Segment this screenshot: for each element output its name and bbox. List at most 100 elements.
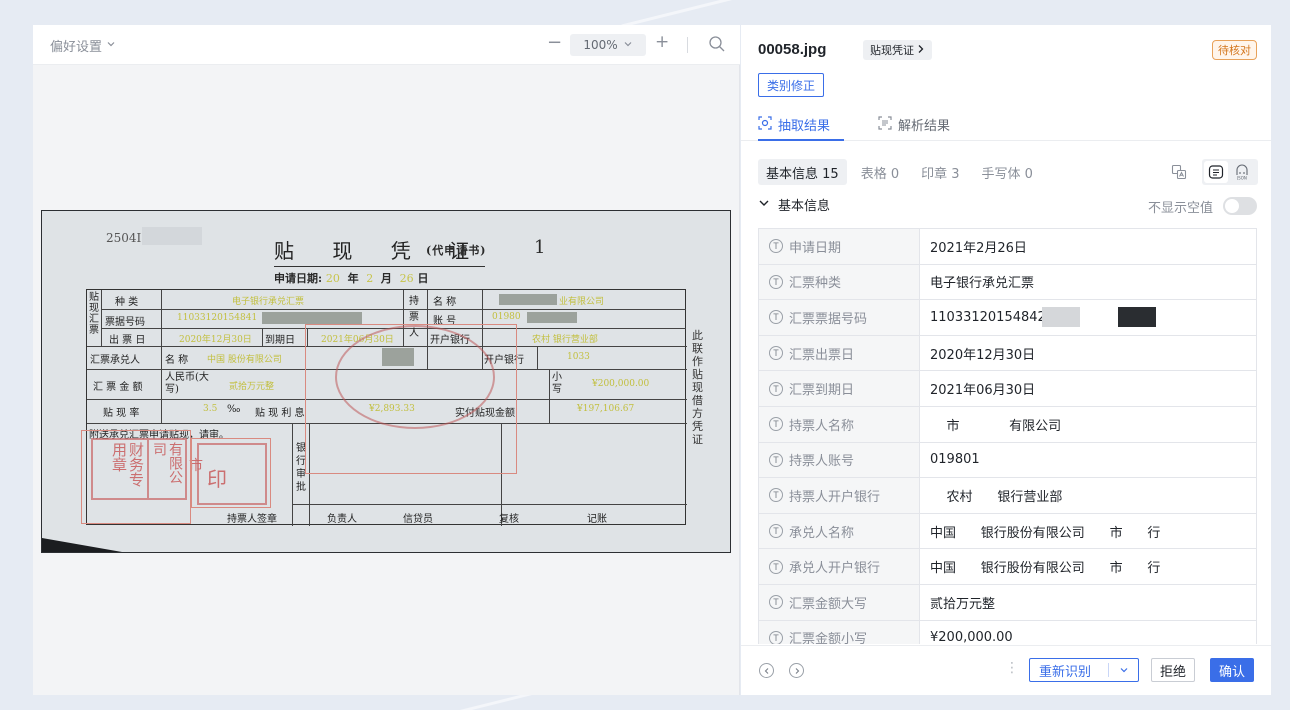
re-recognize-button[interactable]: 重新识别	[1030, 661, 1108, 680]
field-value-amount-lower[interactable]: ¥200,000.00	[920, 621, 1256, 644]
hide-empty-toggle[interactable]	[1223, 197, 1257, 215]
zoom-in-button[interactable]: +	[655, 32, 669, 52]
field-value-due-date[interactable]: 2021年06月30日	[920, 371, 1256, 406]
preferences-dropdown[interactable]: 偏好设置	[50, 36, 116, 55]
chevron-down-icon[interactable]	[1109, 665, 1138, 675]
field-value-bill-number[interactable]: 11033120154842	[920, 300, 1256, 335]
section-basic-info-header[interactable]: 基本信息	[758, 195, 830, 214]
text-type-icon: T	[769, 595, 783, 610]
section-title: 基本信息	[778, 199, 831, 214]
text-type-icon: T	[769, 524, 783, 539]
field-row-holder-bank: T 持票人开户银行 农村 银行营业部	[758, 478, 1257, 514]
scan-shadow	[42, 538, 122, 552]
doc-label-issue-date: 出 票 日	[109, 335, 146, 346]
redaction-block	[1042, 307, 1080, 328]
doc-label-credit: 信贷员	[403, 514, 433, 525]
text-type-icon: T	[769, 417, 783, 432]
target-icon	[758, 115, 772, 134]
subtab-handwriting[interactable]: 手写体 0	[974, 159, 1041, 185]
doc-value-amount-upper: 贰拾万元整	[229, 382, 275, 392]
next-icon[interactable]	[789, 663, 804, 678]
zoom-level-value: 100%	[583, 38, 618, 52]
tab-active-indicator	[758, 139, 844, 141]
field-value-issue-date[interactable]: 2020年12月30日	[920, 336, 1256, 371]
category-fix-button[interactable]: 类别修正	[758, 73, 825, 97]
detection-box	[191, 438, 271, 508]
doc-label-bookkeep: 记账	[587, 514, 607, 525]
doc-value-type: 电子银行承兑汇票	[232, 297, 305, 307]
result-tabs: 抽取结果 解析结果	[741, 111, 1271, 141]
prev-icon[interactable]	[759, 663, 774, 678]
category-tag[interactable]: 贴现凭证	[863, 40, 932, 60]
doc-value-amount-lower: ¥200,000.00	[592, 379, 650, 389]
zoom-level-select[interactable]: 100%	[570, 34, 646, 56]
hide-empty-label: 不显示空值	[1147, 201, 1213, 216]
reject-button[interactable]: 拒绝	[1151, 658, 1196, 682]
search-icon[interactable]	[708, 35, 726, 57]
redaction-block	[527, 312, 577, 323]
field-value-holder-account[interactable]: 019801	[920, 443, 1256, 478]
list-view-icon[interactable]	[1204, 161, 1228, 183]
field-row-bill-type: T 汇票种类 电子银行承兑汇票	[758, 264, 1257, 301]
field-label: 汇票种类	[789, 276, 842, 292]
field-value-acceptor-name[interactable]: 中国 银行股份有限公司 市 行	[920, 514, 1256, 549]
doc-value-account: 01980	[492, 312, 521, 322]
field-value-application-date[interactable]: 2021年2月26日	[920, 229, 1256, 264]
field-label: 汇票票据号码	[789, 311, 868, 327]
json-view-icon[interactable]: JSON	[1230, 161, 1254, 183]
tab-extraction-label: 抽取结果	[778, 119, 831, 134]
translate-icon[interactable]	[1167, 161, 1191, 183]
field-value-bill-type[interactable]: 电子银行承兑汇票	[920, 265, 1256, 300]
chevron-down-icon	[106, 38, 116, 53]
text-type-icon: T	[769, 310, 783, 325]
doc-label-rate: 贴 现 率	[103, 408, 140, 419]
doc-label-tiexian: 贴现汇票	[89, 292, 99, 336]
doc-date-day-unit: 日	[417, 272, 429, 285]
field-label: 申请日期	[789, 240, 842, 256]
field-row-holder-name: T 持票人名称 市 有限公司	[758, 406, 1257, 443]
doc-value-issue-date: 2020年12月30日	[179, 335, 252, 345]
doc-value-holder-name: 业有限公司	[559, 297, 605, 307]
text-type-icon: T	[769, 239, 783, 254]
text-type-icon: T	[769, 452, 783, 467]
doc-date-month-unit: 月	[380, 272, 392, 285]
field-row-amount-lower: T 汇票金额小写 ¥200,000.00	[758, 620, 1257, 644]
zoom-out-button[interactable]: −	[547, 32, 562, 53]
doc-value-bill-no: 11033120154841	[177, 313, 258, 323]
field-value-amount-upper[interactable]: 贰拾万元整	[920, 585, 1256, 620]
scan-icon	[878, 115, 892, 134]
field-label: 汇票金额大写	[789, 596, 868, 612]
doc-serial: 2504I	[106, 231, 142, 245]
field-row-acceptor-name: T 承兑人名称 中国 银行股份有限公司 市 行	[758, 513, 1257, 550]
chevron-down-icon	[623, 38, 633, 52]
confirm-button[interactable]: 确认	[1210, 658, 1255, 682]
text-type-icon: T	[769, 274, 783, 289]
document-viewer: 偏好设置 − 100% + 2504I 贴 现 凭 证 (代申请书) 1 申请日…	[33, 25, 740, 695]
tab-extraction[interactable]: 抽取结果	[758, 115, 830, 134]
field-value-holder-bank[interactable]: 农村 银行营业部	[920, 478, 1256, 513]
tab-parse[interactable]: 解析结果	[878, 115, 950, 134]
field-row-amount-upper: T 汇票金额大写 贰拾万元整	[758, 584, 1257, 621]
subtab-table[interactable]: 表格 0	[853, 159, 907, 185]
field-value-acceptor-bank[interactable]: 中国 银行股份有限公司 市 行	[920, 549, 1256, 584]
doc-label-interest: 贴 现 利 息	[255, 408, 305, 419]
subtab-basic-info[interactable]: 基本信息 15	[758, 159, 847, 185]
doc-date-year-unit: 年	[347, 272, 359, 285]
doc-date-month: 2	[366, 272, 374, 285]
field-value-holder-name[interactable]: 市 有限公司	[920, 407, 1256, 442]
more-options-icon[interactable]: ⋮	[1005, 660, 1019, 676]
doc-label-rate-unit: ‰	[227, 404, 241, 415]
subtab-seal[interactable]: 印章 3	[913, 159, 967, 185]
doc-value-acceptor-bank: 1033	[567, 352, 590, 362]
background-streak	[621, 0, 739, 28]
doc-date: 申请日期: 20 年 2 月 26 日	[274, 270, 428, 286]
re-recognize-split-button: 重新识别	[1029, 658, 1139, 682]
doc-side-text: 此联作贴现借方凭证	[692, 329, 703, 446]
doc-date-day: 26	[399, 272, 414, 285]
doc-date-label: 申请日期:	[274, 272, 323, 285]
doc-label-small: 小写	[552, 372, 562, 395]
toolbar-divider	[687, 37, 688, 53]
info-subtabs: 基本信息 15 表格 0 印章 3 手写体 0	[758, 159, 1041, 185]
doc-table: 贴现汇票 种 类 电子银行承兑汇票 票据号码 11033120154841 出 …	[81, 289, 687, 526]
panel-footer: ⋮ 重新识别 拒绝 确认	[741, 645, 1271, 695]
